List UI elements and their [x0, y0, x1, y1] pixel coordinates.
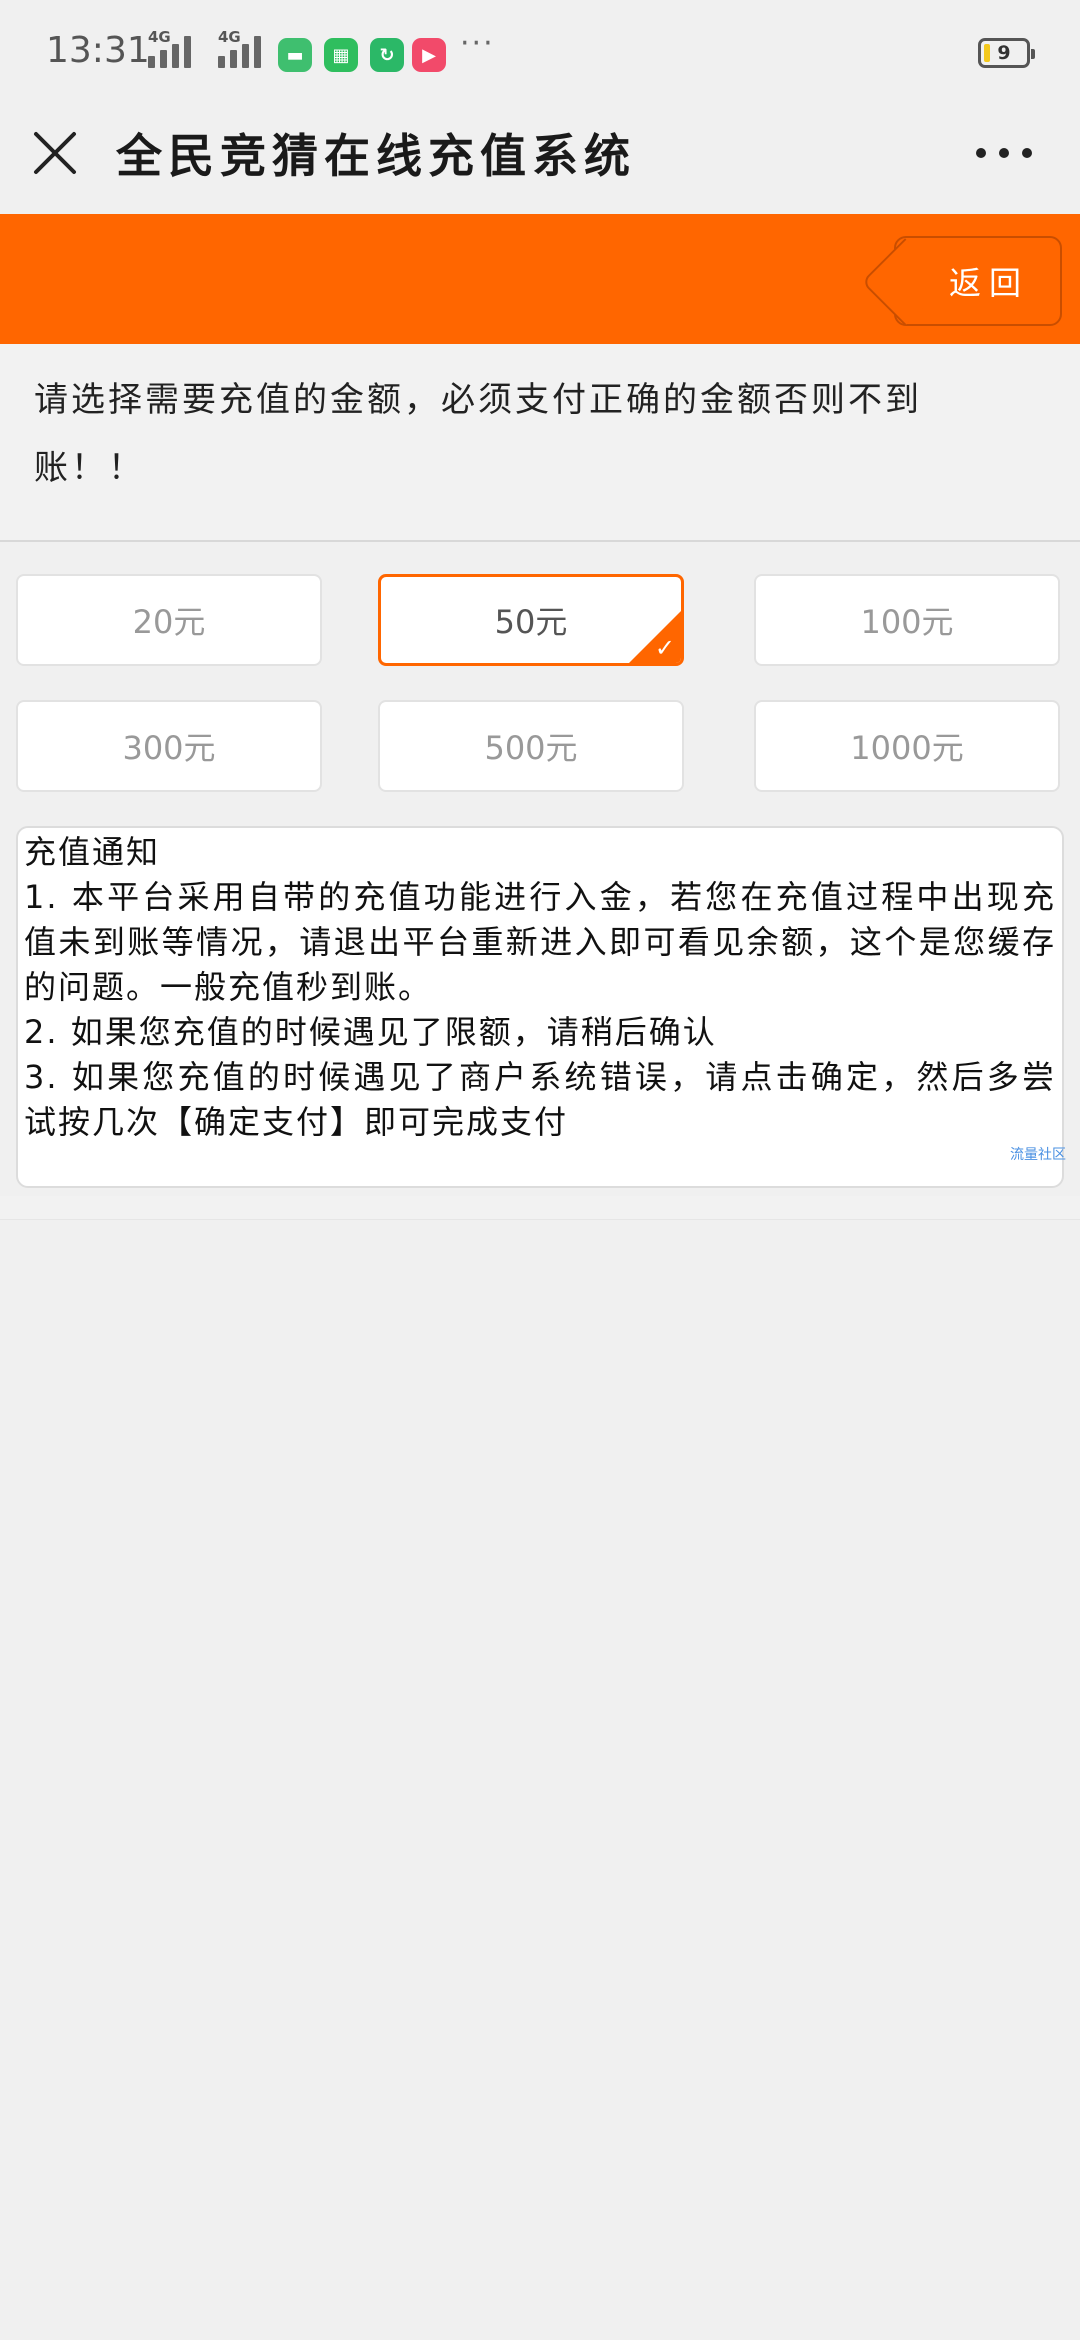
amount-option-500[interactable]: 500元 [378, 700, 684, 792]
signal-icon: 4G [148, 28, 191, 68]
watermark: 流量社区 [1010, 1147, 1066, 1163]
qr-app-icon: ▦ [324, 38, 358, 72]
status-overflow-icon: ··· [460, 26, 495, 61]
amount-option-100[interactable]: 100元 [754, 574, 1060, 666]
battery-level: 9 [997, 42, 1011, 64]
amount-option-20[interactable]: 20元 [16, 574, 322, 666]
close-icon[interactable] [30, 128, 82, 180]
sync-app-icon: ↻ [370, 38, 404, 72]
status-time: 13:31 [46, 30, 150, 71]
amount-label: 1000元 [850, 729, 964, 767]
content-footer-divider [0, 1196, 1080, 1220]
notice-item-1: 1. 本平台采用自带的充值功能进行入金，若您在充值过程中出现充值未到账等情况，请… [24, 878, 1056, 1006]
amount-label: 300元 [122, 729, 216, 767]
chat-bubble-icon: ▬ [278, 38, 312, 72]
amount-option-1000[interactable]: 1000元 [754, 700, 1060, 792]
header-bar: 返回 [0, 214, 1080, 344]
title-bar: 全民竞猜在线充值系统 [0, 106, 1080, 214]
more-options-icon[interactable] [976, 148, 1032, 162]
amount-label: 500元 [484, 729, 578, 767]
back-button[interactable]: 返回 [894, 236, 1062, 326]
page-title: 全民竞猜在线充值系统 [116, 129, 636, 183]
instruction-line-1: 请选择需要充值的金额，必须支付正确的金额否则不到 [34, 380, 922, 420]
amount-label: 20元 [132, 603, 206, 641]
amount-label: 100元 [860, 603, 954, 641]
recharge-notice: 充值通知 1. 本平台采用自带的充值功能进行入金，若您在充值过程中出现充值未到账… [16, 826, 1066, 1188]
notice-title: 充值通知 [24, 833, 161, 871]
signal-icon-2: 4G [218, 28, 261, 68]
back-button-label: 返回 [948, 264, 1029, 302]
instruction-text: 请选择需要充值的金额，必须支付正确的金额否则不到 账！！ [0, 344, 1080, 542]
amount-option-50[interactable]: 50元 ✓ [378, 574, 684, 666]
status-bar: 13:31 4G 4G ▬ ▦ ↻ ▶ ··· 9 [0, 0, 1080, 106]
play-app-icon: ▶ [412, 38, 446, 72]
checkmark-icon: ✓ [654, 634, 675, 662]
battery-icon: 9 [978, 38, 1035, 68]
amount-label: 50元 [494, 603, 568, 641]
notice-item-3: 3. 如果您充值的时候遇见了商户系统错误，请点击确定，然后多尝试按几次【确定支付… [24, 1058, 1056, 1141]
notice-item-2: 2. 如果您充值的时候遇见了限额，请稍后确认 [24, 1013, 717, 1051]
amount-option-300[interactable]: 300元 [16, 700, 322, 792]
